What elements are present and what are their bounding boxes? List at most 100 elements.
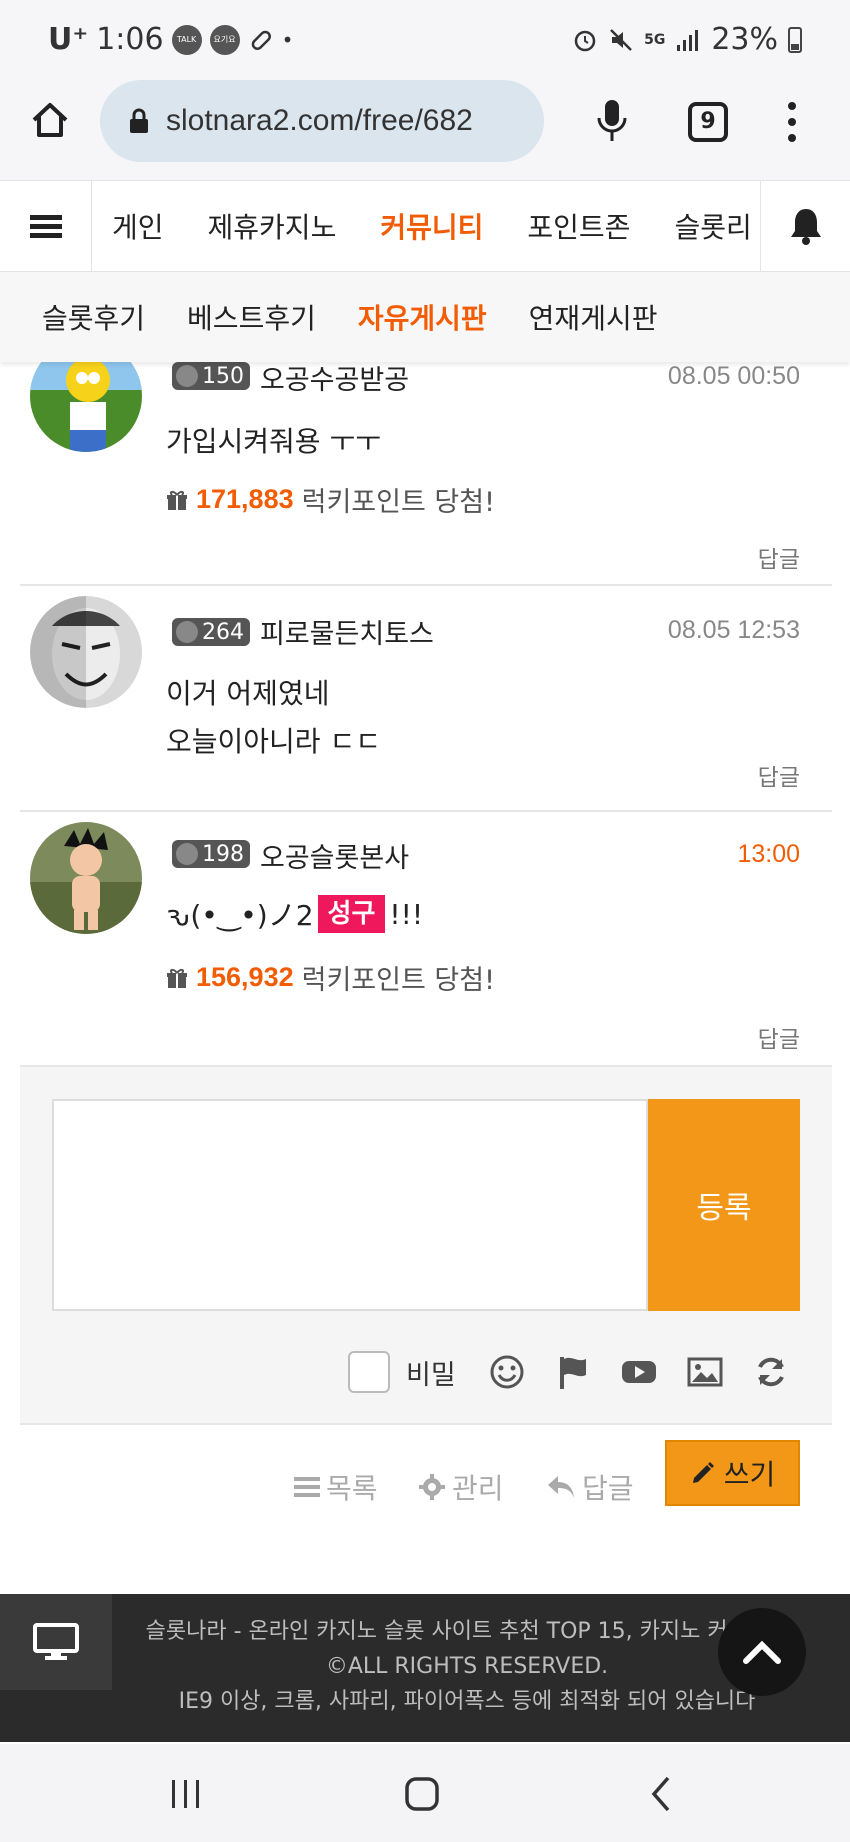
hamburger-menu-icon[interactable] xyxy=(0,181,92,271)
battery-icon xyxy=(788,26,802,53)
reply-link[interactable]: 답글 xyxy=(758,758,800,792)
battery-percent: 23% xyxy=(711,22,778,57)
chevron-up-icon xyxy=(743,1640,781,1664)
notification-bell-icon[interactable] xyxy=(760,181,850,271)
secret-checkbox[interactable] xyxy=(348,1351,390,1393)
sub-nav-serial-board[interactable]: 연재게시판 xyxy=(529,297,658,337)
pill-notification-icon xyxy=(251,30,271,50)
submit-comment-button[interactable]: 등록 xyxy=(648,1099,800,1311)
nav-item-community[interactable]: 커뮤니티 xyxy=(380,206,483,246)
write-label: 쓰기 xyxy=(723,1458,776,1491)
reply-link[interactable]: 답글 xyxy=(758,540,800,574)
comment-author[interactable]: 오공슬롯본사 xyxy=(260,836,409,875)
comment-author[interactable]: 피로물든치토스 xyxy=(260,612,434,651)
footer-line-2: IE9 이상, 크롬, 사파리, 파이어폭스 등에 최적화 되어 있습니다 xyxy=(178,1689,756,1714)
write-button[interactable]: 쓰기 xyxy=(665,1440,800,1506)
list-label: 목록 xyxy=(326,1472,378,1505)
list-button[interactable]: 목록 xyxy=(294,1467,378,1507)
comment-date: 08.05 12:53 xyxy=(667,616,800,644)
reply-post-button[interactable]: 답글 xyxy=(546,1467,634,1507)
secret-label: 비밀 xyxy=(406,1359,456,1391)
comment-text: 가입시켜줘용 ㅜㅜ xyxy=(166,425,381,458)
flag-icon[interactable] xyxy=(554,1353,592,1391)
nav-item-game[interactable]: 게인 xyxy=(112,206,164,246)
comment-list: 150 오공수공받공 08.05 00:50 가입시켜줘용 ㅜㅜ 171,883… xyxy=(20,340,832,1067)
comment-form: 등록 비밀 xyxy=(20,1067,832,1425)
manage-button[interactable]: 관리 xyxy=(418,1467,504,1507)
comment-textarea[interactable] xyxy=(52,1099,648,1311)
alarm-icon xyxy=(574,30,596,51)
carrier-label: U⁺ xyxy=(48,22,89,57)
level-badge: 150 xyxy=(172,362,250,390)
refresh-icon[interactable] xyxy=(752,1353,790,1391)
back-icon[interactable] xyxy=(642,1774,682,1814)
comment-text: ԅ(•‿•)ノ2 성구 !!! xyxy=(166,894,423,934)
monitor-icon xyxy=(33,1623,79,1660)
site-main-nav: 게인 제휴카지노 커뮤니티 포인트존 슬롯리 xyxy=(0,180,850,272)
manage-label: 관리 xyxy=(452,1472,504,1505)
comment-text: 이거 어제였네 xyxy=(166,677,330,710)
sub-nav-free-board[interactable]: 자유게시판 xyxy=(358,297,487,337)
nav-item-partner-casino[interactable]: 제휴카지노 xyxy=(208,206,337,246)
comment-tools: 비밀 xyxy=(348,1349,790,1395)
highlight-tag: 성구 xyxy=(317,895,386,933)
browser-toolbar: slotnara2.com/free/682 9 xyxy=(0,80,850,180)
lucky-point-notice: 156,932 럭키포인트 당첨! xyxy=(166,958,495,997)
comment-item: 150 오공수공받공 08.05 00:50 가입시켜줘용 ㅜㅜ 171,883… xyxy=(20,340,832,586)
image-icon[interactable] xyxy=(686,1353,724,1391)
status-left: U⁺ 1:06 TALK 요기요 • xyxy=(48,22,293,57)
reply-arrow-icon xyxy=(548,1476,574,1498)
recent-apps-icon[interactable] xyxy=(166,1774,206,1814)
level-badge: 198 xyxy=(172,840,250,868)
level-number: 198 xyxy=(202,841,244,867)
pencil-icon xyxy=(692,1462,714,1483)
nav-item-point-zone[interactable]: 포인트존 xyxy=(527,206,630,246)
url-text: slotnara2.com/free/682 xyxy=(166,104,473,137)
home-icon[interactable] xyxy=(30,100,70,140)
list-icon xyxy=(294,1477,320,1497)
clock: 1:06 xyxy=(96,22,164,57)
board-actions: 목록 관리 답글 쓰기 xyxy=(0,1425,850,1535)
comment-author[interactable]: 오공수공받공 xyxy=(260,358,409,397)
footer-line-1: 슬롯나라 - 온라인 카지노 슬롯 사이트 추천 TOP 15, 카지노 커뮤니… xyxy=(145,1619,789,1679)
avatar[interactable] xyxy=(30,822,142,934)
level-number: 264 xyxy=(202,619,244,645)
microphone-icon[interactable] xyxy=(594,98,630,144)
status-bar: U⁺ 1:06 TALK 요기요 • 5G 23% xyxy=(0,0,850,80)
lucky-point-label: 럭키포인트 당첨! xyxy=(301,965,495,996)
more-notifications-dot-icon: • xyxy=(281,27,294,52)
youtube-icon[interactable] xyxy=(620,1353,658,1391)
network-type: 5G xyxy=(644,31,666,48)
comment-text: 오늘이아니라 ㄷㄷ xyxy=(166,725,381,758)
avatar[interactable] xyxy=(30,596,142,708)
browser-menu-icon[interactable] xyxy=(780,102,804,146)
lucky-point-label: 럭키포인트 당첨! xyxy=(301,487,495,518)
tab-switcher-button[interactable]: 9 xyxy=(688,102,728,142)
nav-item-slot[interactable]: 슬롯리 xyxy=(674,206,751,246)
site-footer: 슬롯나라 - 온라인 카지노 슬롯 사이트 추천 TOP 15, 카지노 커뮤니… xyxy=(0,1594,850,1742)
scroll-to-top-button[interactable] xyxy=(718,1608,806,1696)
android-home-icon[interactable] xyxy=(402,1774,442,1814)
status-right: 5G 23% xyxy=(572,22,802,57)
comment-text-suffix: !!! xyxy=(389,897,424,931)
comment-text-prefix: ԅ(•‿•)ノ2 xyxy=(166,899,314,932)
level-badge: 264 xyxy=(172,618,250,646)
sub-nav-best-review[interactable]: 베스트후기 xyxy=(187,297,316,337)
footer-copyright: 슬롯나라 - 온라인 카지노 슬롯 사이트 추천 TOP 15, 카지노 커뮤니… xyxy=(112,1614,822,1719)
lucky-point-amount: 156,932 xyxy=(196,962,294,992)
reply-link[interactable]: 답글 xyxy=(758,1020,800,1054)
signal-icon xyxy=(677,29,699,51)
reply-post-label: 답글 xyxy=(582,1472,634,1505)
main-nav-items: 게인 제휴카지노 커뮤니티 포인트존 슬롯리 xyxy=(92,181,760,271)
comment-date: 08.05 00:50 xyxy=(667,362,800,390)
comment-item: 264 피로물든치토스 08.05 12:53 이거 어제였네 오늘이아니라 ㄷ… xyxy=(20,586,832,812)
sub-nav-slot-review[interactable]: 슬롯후기 xyxy=(42,297,145,337)
kakaotalk-notification-icon: TALK xyxy=(171,24,202,55)
address-bar[interactable]: slotnara2.com/free/682 xyxy=(100,80,544,162)
gear-icon xyxy=(419,1474,445,1500)
android-navigation-bar xyxy=(0,1744,850,1842)
desktop-view-button[interactable] xyxy=(0,1594,112,1690)
lucky-point-amount: 171,883 xyxy=(196,484,294,514)
yogiyo-notification-icon: 요기요 xyxy=(209,24,240,55)
emoticon-icon[interactable] xyxy=(488,1353,526,1391)
